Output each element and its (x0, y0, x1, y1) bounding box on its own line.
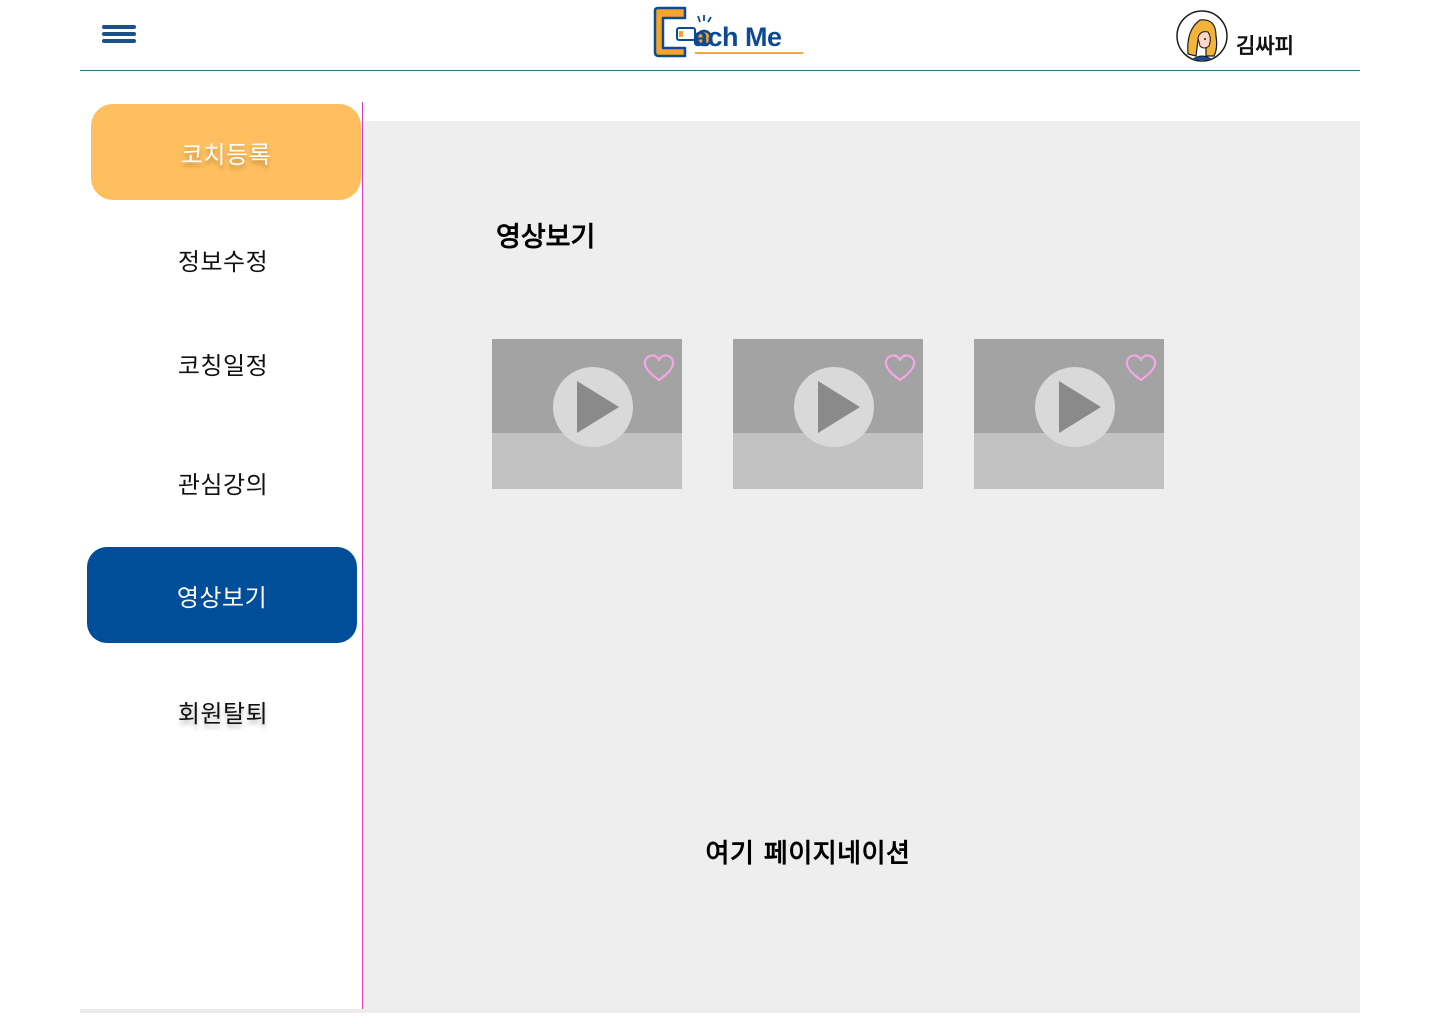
heart-icon[interactable] (642, 353, 676, 383)
video-card[interactable] (974, 339, 1164, 489)
heart-icon[interactable] (1124, 353, 1158, 383)
sidebar-item-watch-videos[interactable]: 영상보기 (87, 547, 357, 643)
username[interactable]: 김싸피 (1236, 30, 1294, 60)
sidebar-item-edit-info[interactable]: 정보수정 (88, 231, 358, 287)
logo[interactable]: ach Me (653, 4, 809, 60)
sidebar: 코치등록 정보수정 코칭일정 관심강의 영상보기 회원탈퇴 (80, 71, 363, 1009)
footer-strip (80, 1009, 1360, 1013)
play-icon[interactable] (794, 367, 874, 447)
sidebar-item-label: 관심강의 (177, 470, 269, 499)
sidebar-item-label: 영상보기 (176, 583, 268, 612)
sidebar-item-favorite-lectures[interactable]: 관심강의 (88, 454, 358, 510)
main-content: 영상보기 여기 페이지네이션 (363, 121, 1360, 1009)
sidebar-item-label: 회원탈퇴 (177, 699, 269, 728)
sidebar-item-label: 코치등록 (180, 140, 272, 169)
sidebar-item-label: 코칭일정 (177, 351, 269, 380)
video-card[interactable] (492, 339, 682, 489)
hamburger-icon[interactable] (102, 24, 136, 48)
sidebar-item-coach-register[interactable]: 코치등록 (91, 104, 361, 200)
sidebar-item-label: 정보수정 (177, 247, 269, 276)
sidebar-item-coaching-schedule[interactable]: 코칭일정 (88, 335, 358, 391)
header: ach Me 김싸피 (80, 0, 1360, 71)
video-card[interactable] (733, 339, 923, 489)
play-icon[interactable] (553, 367, 633, 447)
pagination-placeholder: 여기 페이지네이션 (705, 839, 911, 869)
heart-icon[interactable] (883, 353, 917, 383)
avatar-icon[interactable] (1176, 10, 1228, 62)
page-title: 영상보기 (496, 222, 596, 253)
logo-text: ach Me (693, 22, 782, 52)
play-icon[interactable] (1035, 367, 1115, 447)
sidebar-item-withdraw[interactable]: 회원탈퇴 (88, 683, 358, 739)
logo-underline (695, 52, 803, 54)
